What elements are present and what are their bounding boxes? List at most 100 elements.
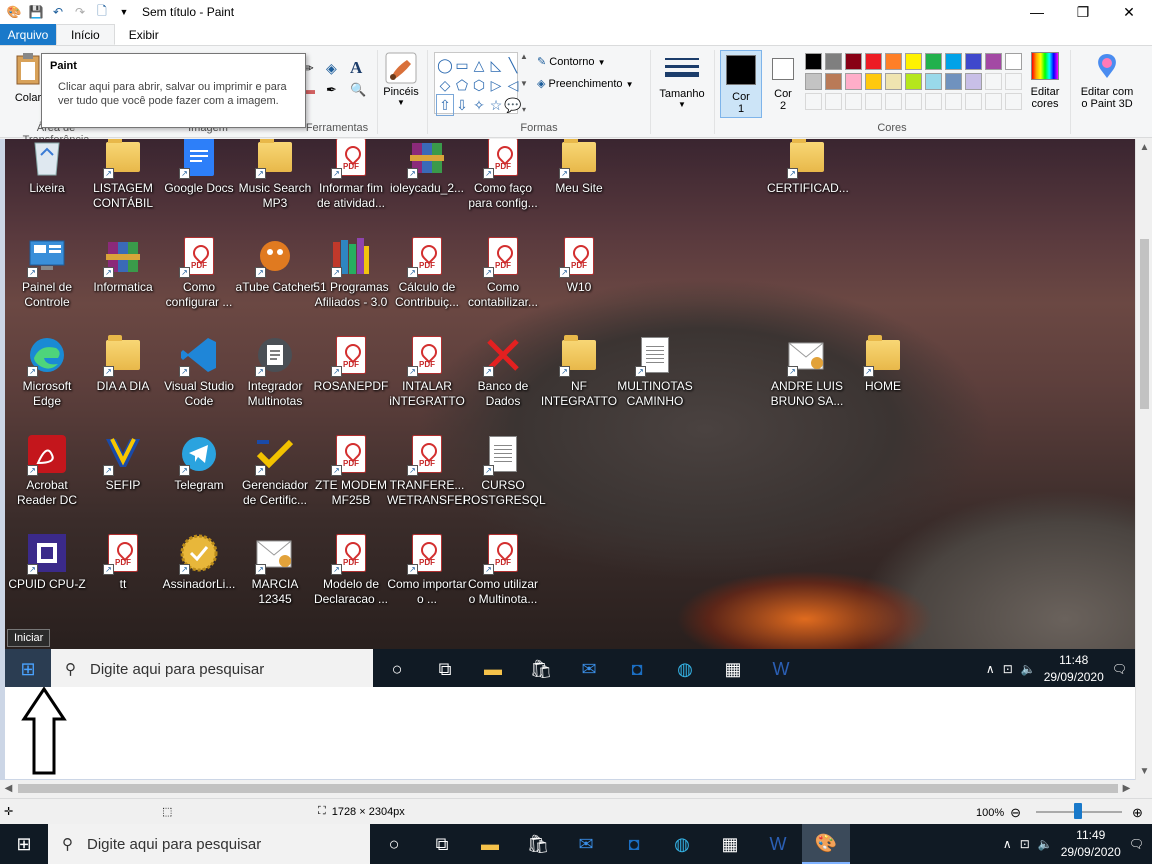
- palette-swatch[interactable]: [925, 53, 942, 70]
- edit-with-paint3d-button[interactable]: Editar com o Paint 3D: [1076, 52, 1138, 110]
- zoom-out-icon[interactable]: ⊖: [1010, 805, 1021, 821]
- scroll-right-arrow-icon[interactable]: ▶: [1118, 780, 1135, 798]
- redo-icon[interactable]: ↷: [72, 4, 88, 20]
- drawing-canvas[interactable]: Lixeira ↗ LISTAGEM CONTÁBIL ↗ Google Docs ↗ Mu…: [5, 139, 1135, 779]
- palette-swatch[interactable]: [1005, 73, 1022, 90]
- file-explorer-icon[interactable]: ▬: [466, 824, 514, 864]
- print-preview-icon[interactable]: 🗋: [94, 4, 110, 20]
- scroll-up-arrow-icon[interactable]: ▲: [1136, 139, 1152, 156]
- shape-pentagon-icon[interactable]: ⬠: [454, 75, 470, 95]
- paint-taskbar-icon[interactable]: 🎨: [802, 824, 850, 864]
- fill-bucket-icon[interactable]: ◈: [326, 60, 337, 77]
- shape-star-icon[interactable]: ☆: [488, 95, 504, 115]
- word-icon[interactable]: W: [754, 824, 802, 864]
- brushes-button[interactable]: Pincéis ▼: [380, 52, 422, 107]
- palette-swatch[interactable]: [845, 93, 862, 110]
- shape-arrow-down-icon[interactable]: ⇩: [454, 95, 470, 115]
- maximize-button[interactable]: ❐: [1060, 0, 1106, 24]
- palette-swatch[interactable]: [825, 53, 842, 70]
- palette-swatch[interactable]: [865, 93, 882, 110]
- palette-swatch[interactable]: [1005, 93, 1022, 110]
- text-tool-icon[interactable]: A: [350, 58, 362, 78]
- scroll-down-arrow-icon[interactable]: ▼: [1136, 763, 1152, 780]
- fill-button[interactable]: ◈ Preenchimento ▼: [537, 77, 634, 90]
- palette-swatch[interactable]: [905, 53, 922, 70]
- palette-swatch[interactable]: [805, 93, 822, 110]
- palette-swatch[interactable]: [865, 73, 882, 90]
- palette-swatch[interactable]: [865, 53, 882, 70]
- store-icon[interactable]: 🛍: [514, 824, 562, 864]
- palette-swatch[interactable]: [845, 73, 862, 90]
- palette-swatch[interactable]: [945, 53, 962, 70]
- customize-dropdown-icon[interactable]: ▼: [116, 4, 132, 20]
- color1-button[interactable]: Cor 1: [720, 50, 762, 118]
- shape-triangle-icon[interactable]: △: [471, 55, 487, 75]
- palette-swatch[interactable]: [945, 73, 962, 90]
- color2-button[interactable]: Cor 2: [764, 50, 802, 112]
- palette-swatch[interactable]: [805, 73, 822, 90]
- calculator-icon[interactable]: ▦: [706, 824, 754, 864]
- palette-swatch[interactable]: [985, 53, 1002, 70]
- palette-swatch[interactable]: [885, 93, 902, 110]
- shapes-scroll[interactable]: ▲ ▼ ▾: [518, 52, 530, 114]
- palette-swatch[interactable]: [805, 53, 822, 70]
- shape-arrow-right-icon[interactable]: ▷: [488, 75, 504, 95]
- cortana-icon[interactable]: ○: [370, 824, 418, 864]
- size-button[interactable]: Tamanho ▼: [656, 56, 708, 109]
- palette-swatch[interactable]: [905, 73, 922, 90]
- tab-file[interactable]: Arquivo: [0, 24, 56, 45]
- clock[interactable]: 11:49 29/09/2020: [1061, 827, 1121, 861]
- network-icon[interactable]: ⊡: [1020, 837, 1030, 851]
- magnifier-icon[interactable]: 🔍: [350, 82, 366, 98]
- volume-icon[interactable]: 🔈: [1038, 837, 1053, 851]
- vertical-scroll-thumb[interactable]: [1140, 239, 1149, 409]
- palette-swatch[interactable]: [845, 53, 862, 70]
- palette-swatch[interactable]: [825, 93, 842, 110]
- palette-swatch[interactable]: [1005, 53, 1022, 70]
- save-icon[interactable]: 💾: [28, 4, 44, 20]
- scroll-up-icon[interactable]: ▲: [520, 52, 528, 61]
- edit-colors-button[interactable]: Editar cores: [1024, 52, 1066, 110]
- palette-swatch[interactable]: [925, 73, 942, 90]
- shape-rectangle-icon[interactable]: ▭: [454, 55, 470, 75]
- tray-chevron-icon[interactable]: ∧: [1003, 837, 1012, 851]
- color-picker-icon[interactable]: ✒: [326, 82, 337, 98]
- paint-app-icon[interactable]: 🎨: [6, 4, 22, 20]
- zoom-slider-thumb[interactable]: [1074, 803, 1082, 819]
- scroll-left-arrow-icon[interactable]: ◀: [0, 780, 17, 798]
- shape-right-triangle-icon[interactable]: ◺: [488, 55, 504, 75]
- start-button[interactable]: ⊞: [0, 824, 48, 864]
- minimize-button[interactable]: —: [1014, 0, 1060, 24]
- horizontal-scroll-thumb[interactable]: [18, 784, 1118, 793]
- undo-icon[interactable]: ↶: [50, 4, 66, 20]
- outlook-icon[interactable]: ◘: [610, 824, 658, 864]
- palette-swatch[interactable]: [925, 93, 942, 110]
- zoom-in-icon[interactable]: ⊕: [1132, 805, 1143, 821]
- palette-swatch[interactable]: [985, 93, 1002, 110]
- tab-view[interactable]: Exibir: [115, 24, 173, 45]
- scroll-down-icon[interactable]: ▼: [520, 79, 528, 88]
- notifications-icon[interactable]: 🗨: [1129, 837, 1144, 851]
- palette-swatch[interactable]: [965, 73, 982, 90]
- palette-swatch[interactable]: [885, 53, 902, 70]
- shape-diamond-icon[interactable]: ◇: [437, 75, 453, 95]
- shape-hexagon-icon[interactable]: ⬡: [471, 75, 487, 95]
- palette-swatch[interactable]: [825, 73, 842, 90]
- palette-swatch[interactable]: [965, 93, 982, 110]
- mail-icon[interactable]: ✉: [562, 824, 610, 864]
- palette-swatch[interactable]: [985, 73, 1002, 90]
- shape-oval-icon[interactable]: ◯: [437, 55, 453, 75]
- palette-swatch[interactable]: [885, 73, 902, 90]
- shape-arrow-up-icon[interactable]: ⇧: [436, 94, 454, 116]
- tab-home[interactable]: Início: [56, 24, 115, 45]
- edge-icon[interactable]: ◍: [658, 824, 706, 864]
- vertical-scrollbar[interactable]: ▲ ▼: [1135, 139, 1152, 780]
- close-button[interactable]: ✕: [1106, 0, 1152, 24]
- palette-swatch[interactable]: [945, 93, 962, 110]
- task-view-icon[interactable]: ⧉: [418, 824, 466, 864]
- shapes-gallery[interactable]: ◯ ▭ △ ◺ ╲ ◇ ⬠ ⬡ ▷ ◁ ⇧ ⇩ ✧ ☆ 💬: [434, 52, 522, 116]
- palette-swatch[interactable]: [905, 93, 922, 110]
- more-shapes-icon[interactable]: ▾: [522, 105, 526, 114]
- outline-button[interactable]: ✎ Contorno ▼: [537, 55, 606, 68]
- taskbar-search-box[interactable]: ⚲ Digite aqui para pesquisar: [48, 824, 370, 864]
